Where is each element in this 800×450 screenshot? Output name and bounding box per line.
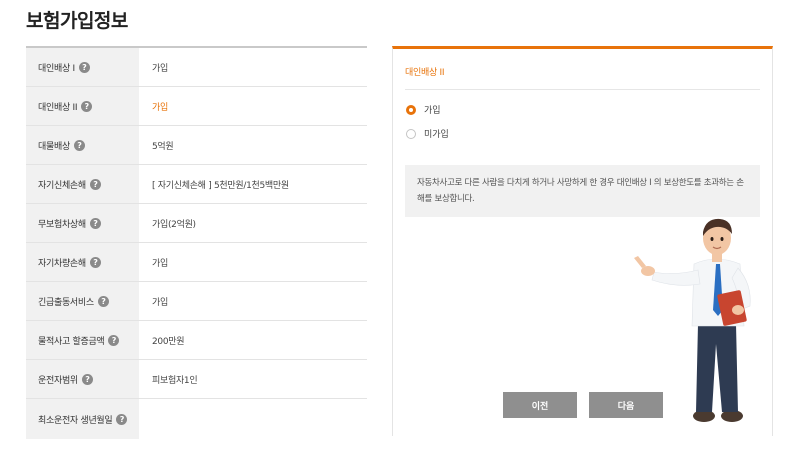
help-icon[interactable]: ? [81,373,93,385]
help-icon[interactable]: ? [89,256,101,268]
help-icon[interactable]: ? [108,334,120,346]
table-row: 최소운전자 생년월일? [26,399,367,439]
row-label-text: 운전자범위 [38,375,78,386]
table-row: 대인배상 I? 가입 [26,48,367,87]
row-value: 가입 [152,258,168,269]
help-icon[interactable]: ? [78,61,90,73]
businessman-pointing-illustration [634,218,751,422]
help-icon[interactable]: ? [81,100,93,112]
row-label: 대인배상 II? [26,87,139,125]
table-row: 긴급출동서비스? 가입 [26,282,367,321]
help-icon[interactable]: ? [89,178,101,190]
coverage-description: 자동차사고로 다른 사람을 다치게 하거나 사망하게 한 경우 대인배상 I 의… [405,165,760,217]
row-value: 가입 [152,297,168,308]
row-value: 5억원 [152,141,174,152]
table-row: 무보험차상해? 가입(2억원) [26,204,367,243]
row-label: 물적사고 할증금액? [26,321,139,359]
row-label-text: 대인배상 I [38,63,75,74]
radio-label-decline: 미가입 [424,130,449,140]
prev-button[interactable]: 이전 [503,392,577,418]
row-value: 가입(2억원) [152,219,196,230]
radio-unselected-icon[interactable] [406,128,416,139]
detail-title: 대인배상 II [405,68,445,78]
row-label: 자기차량손해? [26,243,139,281]
insurance-info-table: 대인배상 I? 가입 대인배상 II? 가입 대물배상? 5억원 자기신체손해?[ 자기신체… [26,46,367,439]
row-label: 무보험차상해? [26,204,139,242]
row-value: 가입 [152,63,168,74]
table-row: 대인배상 II? 가입 [26,87,367,126]
table-row: 대물배상? 5억원 [26,126,367,165]
help-icon[interactable]: ? [97,295,109,307]
table-row: 운전자범위? 피보험자1인 [26,360,367,399]
help-icon[interactable]: ? [73,139,85,151]
row-label: 긴급출동서비스? [26,282,139,320]
row-value [139,399,367,439]
row-label-text: 자기신체손해 [38,180,86,191]
help-icon[interactable]: ? [116,413,128,425]
row-label-text: 무보험차상해 [38,219,86,230]
row-value: 피보험자1인 [152,375,198,386]
table-row: 물적사고 할증금액? 200만원 [26,321,367,360]
table-row: 자기신체손해? [ 자기신체손해 ] 5천만원/1천5백만원 [26,165,367,204]
row-label: 대물배상? [26,126,139,164]
row-label-text: 최소운전자 생년월일 [38,415,113,426]
row-label-text: 대물배상 [38,141,70,152]
radio-option-join[interactable]: 가입 [406,103,441,116]
row-label-text: 긴급출동서비스 [38,297,94,308]
row-label: 대인배상 I? [26,48,139,86]
radio-selected-icon[interactable] [406,104,416,115]
row-label: 자기신체손해? [26,165,139,203]
row-value: 200만원 [152,336,185,347]
radio-option-decline[interactable]: 미가입 [406,127,449,140]
row-label: 최소운전자 생년월일? [26,399,139,439]
page-title: 보험가입정보 [26,10,128,32]
divider [405,89,760,90]
radio-label-join: 가입 [424,106,441,116]
row-label-text: 자기차량손해 [38,258,86,269]
help-icon[interactable]: ? [89,217,101,229]
row-label-text: 대인배상 II [38,102,78,113]
table-row: 자기차량손해? 가입 [26,243,367,282]
row-label-text: 물적사고 할증금액 [38,336,105,347]
row-value: 가입 [152,102,168,113]
row-value: [ 자기신체손해 ] 5천만원/1천5백만원 [152,180,289,191]
row-label: 운전자범위? [26,360,139,398]
